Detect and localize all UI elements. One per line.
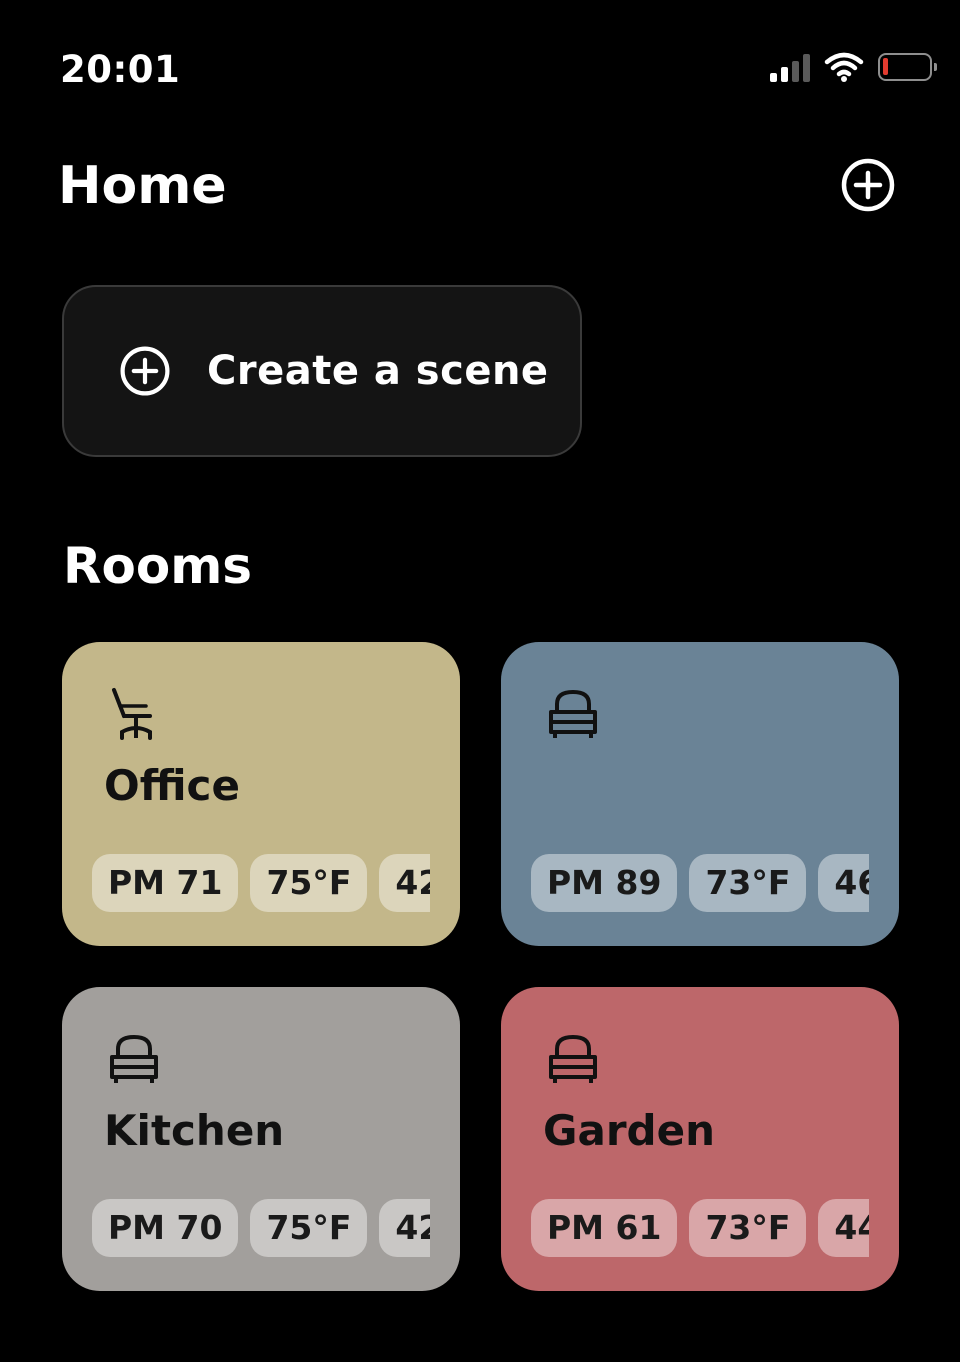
status-time: 20:01 [60, 48, 181, 91]
page-title: Home [58, 156, 227, 216]
temperature-badge: 75°F [250, 854, 368, 912]
room-stats: PM 61 73°F 44% [531, 1199, 869, 1261]
status-icons [770, 52, 937, 82]
room-card-garden[interactable]: Garden PM 61 73°F 44% [501, 987, 899, 1291]
room-name: Kitchen [104, 1106, 285, 1155]
pm-badge: PM 70 [92, 1199, 239, 1257]
add-button[interactable] [838, 155, 898, 215]
room-name: Office [104, 761, 240, 810]
status-bar: 20:01 [0, 0, 960, 140]
humidity-badge: 44% [818, 1199, 869, 1257]
temperature-badge: 73°F [689, 854, 807, 912]
battery-low-icon [878, 53, 937, 81]
humidity-badge: 42% [379, 854, 430, 912]
humidity-badge: 42% [379, 1199, 430, 1257]
pm-badge: PM 61 [531, 1199, 678, 1257]
room-card-kitchen[interactable]: Kitchen PM 70 75°F 42% [62, 987, 460, 1291]
room-stats: PM 70 75°F 42% [92, 1199, 430, 1261]
temperature-badge: 75°F [250, 1199, 368, 1257]
room-name: Garden [543, 1106, 715, 1155]
room-stats: PM 71 75°F 42% [92, 854, 430, 916]
office-chair-icon [112, 688, 152, 740]
rooms-heading: Rooms [63, 537, 253, 595]
humidity-badge: 46% [818, 854, 869, 912]
plus-circle-icon [120, 346, 170, 396]
plus-circle-icon [841, 158, 895, 212]
create-scene-label: Create a scene [207, 348, 549, 394]
sofa-icon [110, 1034, 158, 1083]
sofa-icon [549, 689, 597, 738]
room-stats: PM 89 73°F 46% [531, 854, 869, 916]
temperature-badge: 73°F [689, 1199, 807, 1257]
room-card-office[interactable]: Office PM 71 75°F 42% [62, 642, 460, 946]
sofa-icon [549, 1034, 597, 1083]
pm-badge: PM 89 [531, 854, 678, 912]
create-scene-button[interactable]: Create a scene [62, 285, 582, 457]
room-card-unnamed[interactable]: PM 89 73°F 46% [501, 642, 899, 946]
cellular-signal-icon [770, 52, 810, 82]
wifi-icon [824, 52, 864, 82]
pm-badge: PM 71 [92, 854, 239, 912]
